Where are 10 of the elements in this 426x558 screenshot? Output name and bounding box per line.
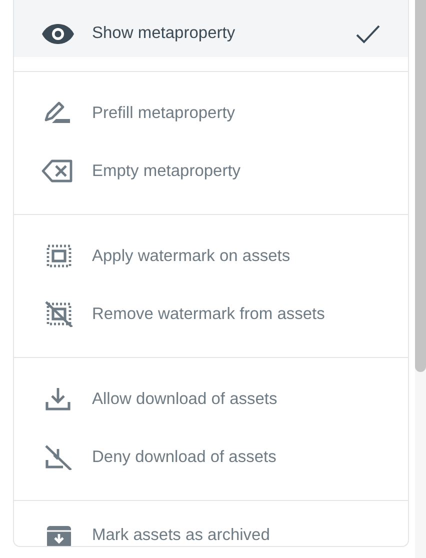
menu-item[interactable]: Allow download of assets [14, 370, 408, 428]
menu-item[interactable]: Remove watermark from assets [14, 285, 408, 343]
scrollbar-thumb[interactable] [415, 0, 426, 372]
menu-item[interactable]: Prefill metaproperty [14, 84, 408, 142]
menu-item[interactable]: Apply watermark on assets [14, 227, 408, 285]
menu-item[interactable]: Empty metaproperty [14, 142, 408, 200]
menu-item[interactable]: Show metaproperty [14, 0, 408, 57]
menu-item[interactable]: Deny download of assets [14, 428, 408, 486]
checkmark-icon [354, 22, 382, 44]
menu-item[interactable]: Mark assets as archived [14, 506, 408, 546]
